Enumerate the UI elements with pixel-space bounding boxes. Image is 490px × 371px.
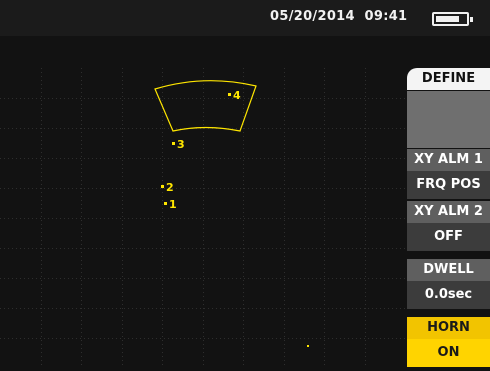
marker-1-label: 1 (169, 198, 177, 211)
horn-label[interactable]: HORN (407, 317, 490, 339)
xy-alm2-value[interactable]: OFF (407, 223, 490, 251)
marker-3-label: 3 (177, 138, 185, 151)
marker-2-dot (161, 185, 164, 188)
date-time: 05/20/2014 09:41 (270, 9, 408, 24)
xy-alm2-label[interactable]: XY ALM 2 (407, 201, 490, 223)
marker-1-dot (164, 202, 167, 205)
xy-display-plot: 4 3 2 1 (0, 68, 405, 368)
marker-4-label: 4 (233, 89, 241, 102)
battery-level-fill (436, 16, 459, 22)
menu-blank-slot[interactable] (407, 91, 490, 148)
menu-title: DEFINE (407, 68, 490, 90)
instrument-screen: 05/20/2014 09:41 4 3 2 1 DEFINE XY ALM 1 (0, 0, 490, 371)
battery-terminal (470, 17, 473, 22)
signal-dot (307, 345, 309, 347)
side-menu: DEFINE XY ALM 1 FRQ POS XY ALM 2 OFF DWE… (407, 68, 490, 369)
marker-1: 1 (164, 198, 177, 211)
marker-4-dot (228, 93, 231, 96)
alarm-box-4 (154, 80, 257, 132)
battery-icon (432, 12, 473, 26)
dwell-value[interactable]: 0.0sec (407, 281, 490, 309)
marker-3: 3 (172, 138, 185, 151)
marker-4: 4 (228, 89, 241, 102)
xy-alm1-label[interactable]: XY ALM 1 (407, 149, 490, 171)
marker-2-label: 2 (166, 181, 174, 194)
horn-value[interactable]: ON (407, 339, 490, 367)
status-bar: 05/20/2014 09:41 (0, 0, 490, 36)
plot-grid (0, 68, 405, 368)
xy-alm1-value[interactable]: FRQ POS (407, 171, 490, 199)
marker-3-dot (172, 142, 175, 145)
dwell-label[interactable]: DWELL (407, 259, 490, 281)
